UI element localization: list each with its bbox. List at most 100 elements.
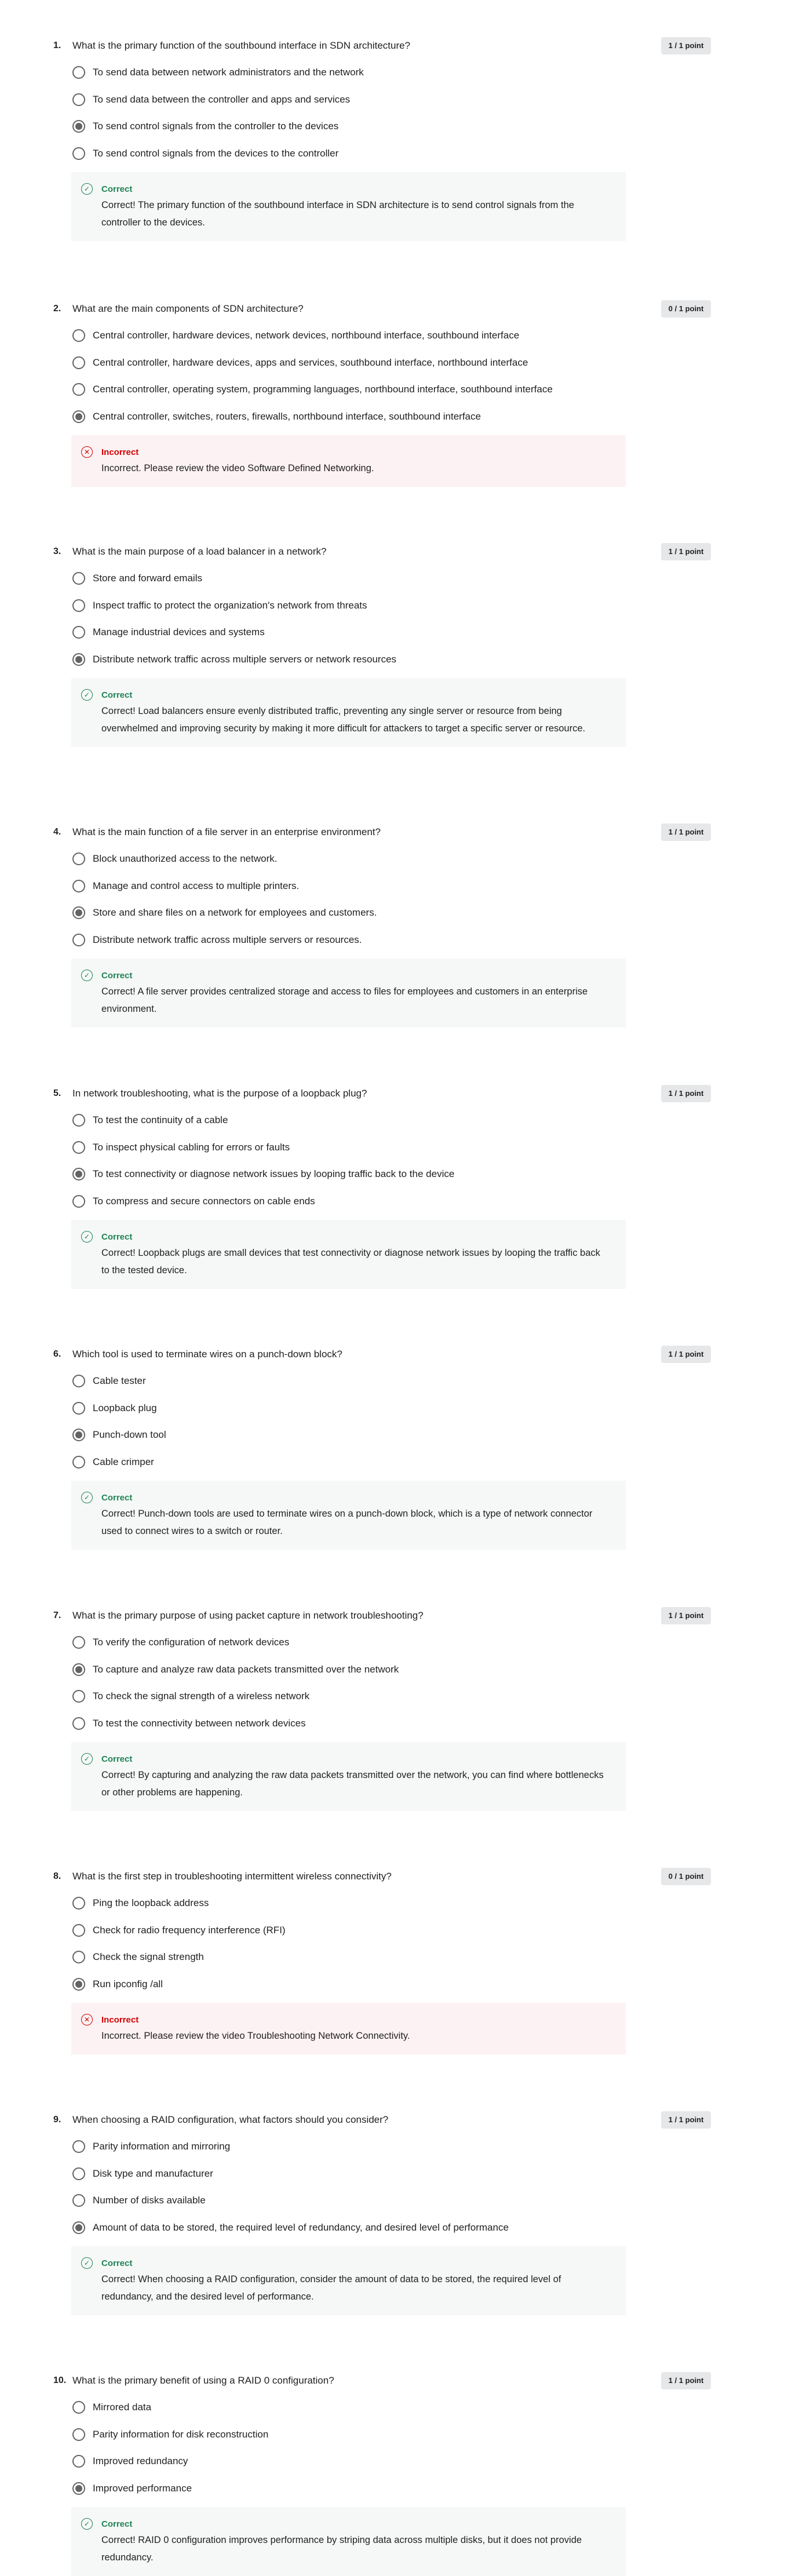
radio-unselected-icon[interactable] <box>72 1114 85 1127</box>
radio-unselected-icon[interactable] <box>72 879 85 892</box>
radio-selected-icon[interactable] <box>72 2221 85 2234</box>
answer-option[interactable]: Improved redundancy <box>0 2448 788 2475</box>
option-label: To inspect physical cabling for errors o… <box>93 1141 290 1153</box>
answer-option[interactable]: Store and forward emails <box>0 565 788 592</box>
answer-option[interactable]: To send control signals from the control… <box>0 113 788 140</box>
radio-selected-icon[interactable] <box>72 2482 85 2495</box>
answer-option[interactable]: Central controller, hardware devices, ap… <box>0 349 788 377</box>
answer-options: Store and forward emails Inspect traffic… <box>0 565 788 673</box>
radio-unselected-icon[interactable] <box>72 933 85 946</box>
radio-unselected-icon[interactable] <box>72 383 85 396</box>
answer-options: Block unauthorized access to the network… <box>0 846 788 953</box>
answer-option[interactable]: Number of disks available <box>0 2187 788 2214</box>
answer-option[interactable]: To compress and secure connectors on cab… <box>0 1188 788 1215</box>
score-badge: 1 / 1 point <box>661 543 711 560</box>
radio-selected-icon[interactable] <box>72 1663 85 1676</box>
answer-options: To send data between network administrat… <box>0 59 788 167</box>
answer-option[interactable]: Manage and control access to multiple pr… <box>0 873 788 900</box>
radio-unselected-icon[interactable] <box>72 1897 85 1910</box>
answer-option[interactable]: Central controller, switches, routers, f… <box>0 403 788 431</box>
radio-unselected-icon[interactable] <box>72 1690 85 1703</box>
radio-selected-icon[interactable] <box>72 1168 85 1181</box>
answer-option[interactable]: Store and share files on a network for e… <box>0 899 788 927</box>
answer-option[interactable]: Parity information for disk reconstructi… <box>0 2421 788 2449</box>
radio-unselected-icon[interactable] <box>72 2455 85 2468</box>
radio-selected-icon[interactable] <box>72 410 85 423</box>
radio-selected-icon[interactable] <box>72 120 85 133</box>
question-number: 3. <box>53 546 61 556</box>
answer-option[interactable]: To test the continuity of a cable <box>0 1107 788 1134</box>
radio-unselected-icon[interactable] <box>72 356 85 369</box>
radio-unselected-icon[interactable] <box>72 2194 85 2207</box>
radio-unselected-icon[interactable] <box>72 2167 85 2180</box>
feedback-text: Correct! RAID 0 configuration improves p… <box>101 2535 582 2563</box>
question-text: When choosing a RAID configuration, what… <box>72 2114 389 2125</box>
answer-option[interactable]: Check the signal strength <box>0 1944 788 1971</box>
answer-option[interactable]: Amount of data to be stored, the require… <box>0 2214 788 2242</box>
answer-option[interactable]: To test the connectivity between network… <box>0 1710 788 1737</box>
answer-option[interactable]: To capture and analyze raw data packets … <box>0 1656 788 1684</box>
score-badge: 1 / 1 point <box>661 1085 711 1102</box>
answer-option[interactable]: Mirrored data <box>0 2394 788 2421</box>
feedback-text: Correct! Loopback plugs are small device… <box>101 1248 600 1276</box>
option-label: Loopback plug <box>93 1402 157 1413</box>
radio-unselected-icon[interactable] <box>72 1194 85 1208</box>
answer-option[interactable]: To check the signal strength of a wirele… <box>0 1683 788 1710</box>
radio-unselected-icon[interactable] <box>72 93 85 106</box>
answer-option[interactable]: To test connectivity or diagnose network… <box>0 1161 788 1188</box>
answer-option[interactable]: Block unauthorized access to the network… <box>0 846 788 873</box>
radio-unselected-icon[interactable] <box>72 852 85 866</box>
radio-selected-icon[interactable] <box>72 906 85 920</box>
radio-unselected-icon[interactable] <box>72 626 85 639</box>
radio-unselected-icon[interactable] <box>72 1951 85 1964</box>
answer-option[interactable]: Distribute network traffic across multip… <box>0 927 788 954</box>
answer-option[interactable]: Inspect traffic to protect the organizat… <box>0 592 788 620</box>
answer-option[interactable]: Disk type and manufacturer <box>0 2160 788 2188</box>
answer-option[interactable]: Run ipconfig /all <box>0 1971 788 1998</box>
question-text: What is the first step in troubleshootin… <box>72 1871 392 1882</box>
feedback-status: Correct <box>101 690 133 700</box>
answer-option[interactable]: To send control signals from the devices… <box>0 140 788 167</box>
answer-option[interactable]: Central controller, operating system, pr… <box>0 376 788 403</box>
option-label: Inspect traffic to protect the organizat… <box>93 599 367 611</box>
radio-selected-icon[interactable] <box>72 653 85 666</box>
answer-option[interactable]: To inspect physical cabling for errors o… <box>0 1134 788 1161</box>
answer-option[interactable]: Ping the loopback address <box>0 1890 788 1917</box>
answer-option[interactable]: Punch-down tool <box>0 1422 788 1449</box>
answer-option[interactable]: Central controller, hardware devices, ne… <box>0 322 788 349</box>
radio-unselected-icon[interactable] <box>72 66 85 79</box>
radio-unselected-icon[interactable] <box>72 1636 85 1649</box>
radio-unselected-icon[interactable] <box>72 599 85 612</box>
answer-option[interactable]: Cable crimper <box>0 1449 788 1476</box>
radio-unselected-icon[interactable] <box>72 147 85 160</box>
answer-options: To test the continuity of a cable To ins… <box>0 1107 788 1215</box>
answer-option[interactable]: Loopback plug <box>0 1395 788 1422</box>
radio-unselected-icon[interactable] <box>72 1455 85 1469</box>
radio-unselected-icon[interactable] <box>72 2401 85 2414</box>
x-circle-icon: ✕ <box>81 446 93 458</box>
radio-unselected-icon[interactable] <box>72 2140 85 2154</box>
answer-option[interactable]: To send data between network administrat… <box>0 59 788 86</box>
answer-option[interactable]: To verify the configuration of network d… <box>0 1629 788 1656</box>
radio-unselected-icon[interactable] <box>72 1717 85 1730</box>
question-block: 6. Which tool is used to terminate wires… <box>0 1346 788 1550</box>
radio-unselected-icon[interactable] <box>72 572 85 585</box>
answer-option[interactable]: Cable tester <box>0 1368 788 1395</box>
answer-option[interactable]: Distribute network traffic across multip… <box>0 646 788 673</box>
radio-unselected-icon[interactable] <box>72 329 85 343</box>
radio-unselected-icon[interactable] <box>72 2428 85 2441</box>
radio-unselected-icon[interactable] <box>72 1401 85 1415</box>
answer-option[interactable]: Improved performance <box>0 2475 788 2502</box>
option-label: Number of disks available <box>93 2195 206 2206</box>
answer-option[interactable]: Manage industrial devices and systems <box>0 619 788 646</box>
radio-unselected-icon[interactable] <box>72 1923 85 1937</box>
answer-option[interactable]: To send data between the controller and … <box>0 86 788 114</box>
answer-option[interactable]: Check for radio frequency interference (… <box>0 1917 788 1944</box>
radio-unselected-icon[interactable] <box>72 1141 85 1154</box>
check-circle-icon: ✓ <box>81 1753 93 1765</box>
radio-unselected-icon[interactable] <box>72 1375 85 1388</box>
radio-selected-icon[interactable] <box>72 1429 85 1442</box>
radio-selected-icon[interactable] <box>72 1977 85 1991</box>
answer-option[interactable]: Parity information and mirroring <box>0 2133 788 2160</box>
option-label: Manage industrial devices and systems <box>93 626 265 638</box>
